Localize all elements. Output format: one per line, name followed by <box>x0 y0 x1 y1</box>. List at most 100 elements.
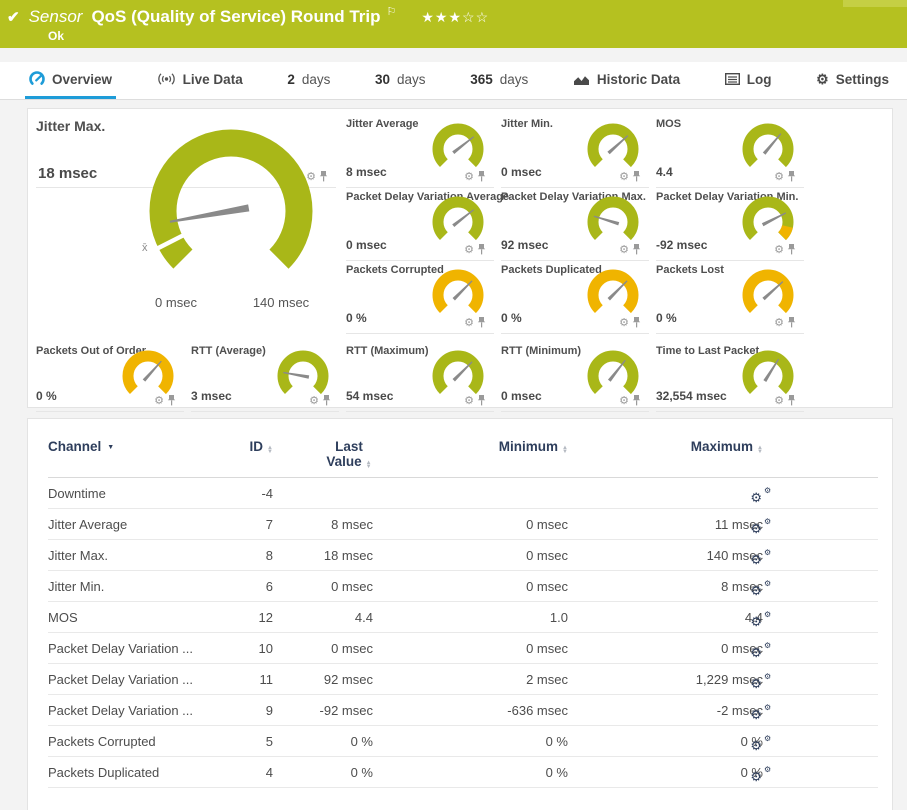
tab-label: Log <box>747 72 772 87</box>
minimum-cell: 1.0 <box>373 610 568 625</box>
pin-icon[interactable] <box>167 395 176 406</box>
pin-icon[interactable] <box>477 317 486 328</box>
gear-icon[interactable]: ⚙ <box>774 318 784 328</box>
pin-icon[interactable] <box>787 244 796 255</box>
column-header-minimum[interactable]: Minimum▲▼ <box>373 439 568 454</box>
gear-icon[interactable]: ⚙ <box>774 396 784 406</box>
gauge-dial[interactable] <box>740 123 796 177</box>
table-row: Packet Delay Variation ...100 msec0 msec… <box>48 633 878 664</box>
gear-icon[interactable]: ⚙ <box>464 172 474 182</box>
channel-link[interactable]: Packets Duplicated <box>48 765 159 780</box>
pin-icon[interactable] <box>477 171 486 182</box>
column-header-id[interactable]: ID▲▼ <box>231 439 273 454</box>
tab-label: Settings <box>836 72 889 87</box>
gear-icon[interactable]: ⚙ <box>306 172 316 182</box>
id-cell: 8 <box>231 548 273 563</box>
tab-30-days[interactable]: 30 days <box>371 62 430 99</box>
channel-cell: MOS <box>48 610 231 625</box>
column-header-channel[interactable]: Channel▼ <box>48 439 231 454</box>
gauge-value: 32,554 msec <box>656 389 727 403</box>
channel-link[interactable]: Packet Delay Variation ... <box>48 641 193 656</box>
page-title: QoS (Quality of Service) Round Trip <box>91 7 380 27</box>
channel-link[interactable]: Packet Delay Variation ... <box>48 672 193 687</box>
gear-icon[interactable]: ⚙ <box>154 396 164 406</box>
tab-live-data[interactable]: Live Data <box>153 62 247 99</box>
channel-link[interactable]: Jitter Max. <box>48 548 108 563</box>
id-cell: 5 <box>231 734 273 749</box>
gauge-value: 4.4 <box>656 165 673 179</box>
tab-settings[interactable]: ⚙ Settings <box>812 62 893 99</box>
id-cell: 4 <box>231 765 273 780</box>
table-row: Jitter Min.60 msec0 msec8 msec⚙⚙ <box>48 571 878 602</box>
gear-icon[interactable]: ⚙ <box>619 172 629 182</box>
gauge-cell: RTT (Minimum) 0 msec⚙ <box>501 342 649 412</box>
minimum-cell: 0 msec <box>373 517 568 532</box>
gear-icon[interactable]: ⚙ <box>464 245 474 255</box>
minimum-cell: -636 msec <box>373 703 568 718</box>
gauge-value: 0 msec <box>501 165 542 179</box>
pin-icon[interactable] <box>632 244 641 255</box>
pin-icon[interactable] <box>319 171 328 182</box>
gauge-dial[interactable]: x̄ <box>136 119 326 291</box>
column-header-last-value[interactable]: Last Value▲▼ <box>273 439 373 469</box>
gauge-dial[interactable] <box>430 196 486 250</box>
table-row: MOS124.41.04.4⚙⚙ <box>48 602 878 633</box>
channel-link[interactable]: Downtime <box>48 486 106 501</box>
pin-icon[interactable] <box>477 395 486 406</box>
pin-icon[interactable] <box>632 171 641 182</box>
pin-icon[interactable] <box>632 317 641 328</box>
pin-icon[interactable] <box>787 317 796 328</box>
gear-icon[interactable]: ⚙ <box>464 318 474 328</box>
priority-flag-icon[interactable]: ⚐ <box>387 5 397 18</box>
last-value-cell: 92 msec <box>273 672 373 687</box>
priority-stars[interactable]: ★★★☆☆ <box>421 9 489 26</box>
tab-historic-data[interactable]: Historic Data <box>569 62 684 99</box>
channel-link[interactable]: Packet Delay Variation ... <box>48 703 193 718</box>
gauge-value: 0 % <box>656 311 677 325</box>
gauge-dial[interactable] <box>585 269 641 323</box>
channel-cell: Downtime <box>48 486 231 501</box>
last-value-cell: 8 msec <box>273 517 373 532</box>
pin-icon[interactable] <box>787 171 796 182</box>
tab-365-days[interactable]: 365 days <box>466 62 532 99</box>
gauge-dial[interactable] <box>740 196 796 250</box>
pin-icon[interactable] <box>477 244 486 255</box>
gear-icon[interactable]: ⚙ <box>619 318 629 328</box>
channel-link[interactable]: Jitter Min. <box>48 579 104 594</box>
tab-2-days[interactable]: 2 days <box>283 62 334 99</box>
channel-cell: Jitter Min. <box>48 579 231 594</box>
channel-link[interactable]: Jitter Average <box>48 517 127 532</box>
pin-icon[interactable] <box>322 395 331 406</box>
tab-overview[interactable]: Overview <box>25 62 116 99</box>
gauge-scale-min: 0 msec <box>136 295 216 310</box>
pin-icon[interactable] <box>632 395 641 406</box>
channel-link[interactable]: Packets Corrupted <box>48 734 156 749</box>
maximum-cell: 4.4 <box>568 610 763 625</box>
gear-icon[interactable]: ⚙ <box>774 172 784 182</box>
gear-icon[interactable]: ⚙ <box>619 396 629 406</box>
column-header-maximum[interactable]: Maximum▲▼ <box>568 439 763 454</box>
id-cell: 7 <box>231 517 273 532</box>
table-header-row: Channel▼ ID▲▼ Last Value▲▼ Minimum▲▼ Max… <box>48 439 878 478</box>
gauge-cell: Packet Delay Variation Max. 92 msec⚙ <box>501 188 649 261</box>
gauge-cell: Packets Lost 0 %⚙ <box>656 261 804 334</box>
channel-link[interactable]: MOS <box>48 610 78 625</box>
gauge-dial[interactable] <box>585 123 641 177</box>
pin-icon[interactable] <box>787 395 796 406</box>
tab-bar: Overview Live Data 2 days 30 days 365 da… <box>0 62 907 100</box>
gauge-cell: Packet Delay Variation Min. -92 msec⚙ <box>656 188 804 261</box>
sensor-header: ✔ Sensor QoS (Quality of Service) Round … <box>0 0 907 48</box>
gear-icon[interactable]: ⚙ <box>309 396 319 406</box>
gauge-cell: Packet Delay Variation Average 0 msec⚙ <box>346 188 494 261</box>
minimum-cell: 0 msec <box>373 641 568 656</box>
channel-table-card: Channel▼ ID▲▼ Last Value▲▼ Minimum▲▼ Max… <box>27 418 893 810</box>
tab-log[interactable]: Log <box>721 62 776 99</box>
gauge-dial[interactable] <box>430 123 486 177</box>
table-body: Downtime-4⚙⚙Jitter Average78 msec0 msec1… <box>48 478 878 788</box>
gauge-dial[interactable] <box>740 269 796 323</box>
gear-icon[interactable]: ⚙ <box>464 396 474 406</box>
gear-icon[interactable]: ⚙ <box>619 245 629 255</box>
gauge-dial[interactable] <box>430 269 486 323</box>
gauge-dial[interactable] <box>585 196 641 250</box>
gear-icon[interactable]: ⚙ <box>774 245 784 255</box>
